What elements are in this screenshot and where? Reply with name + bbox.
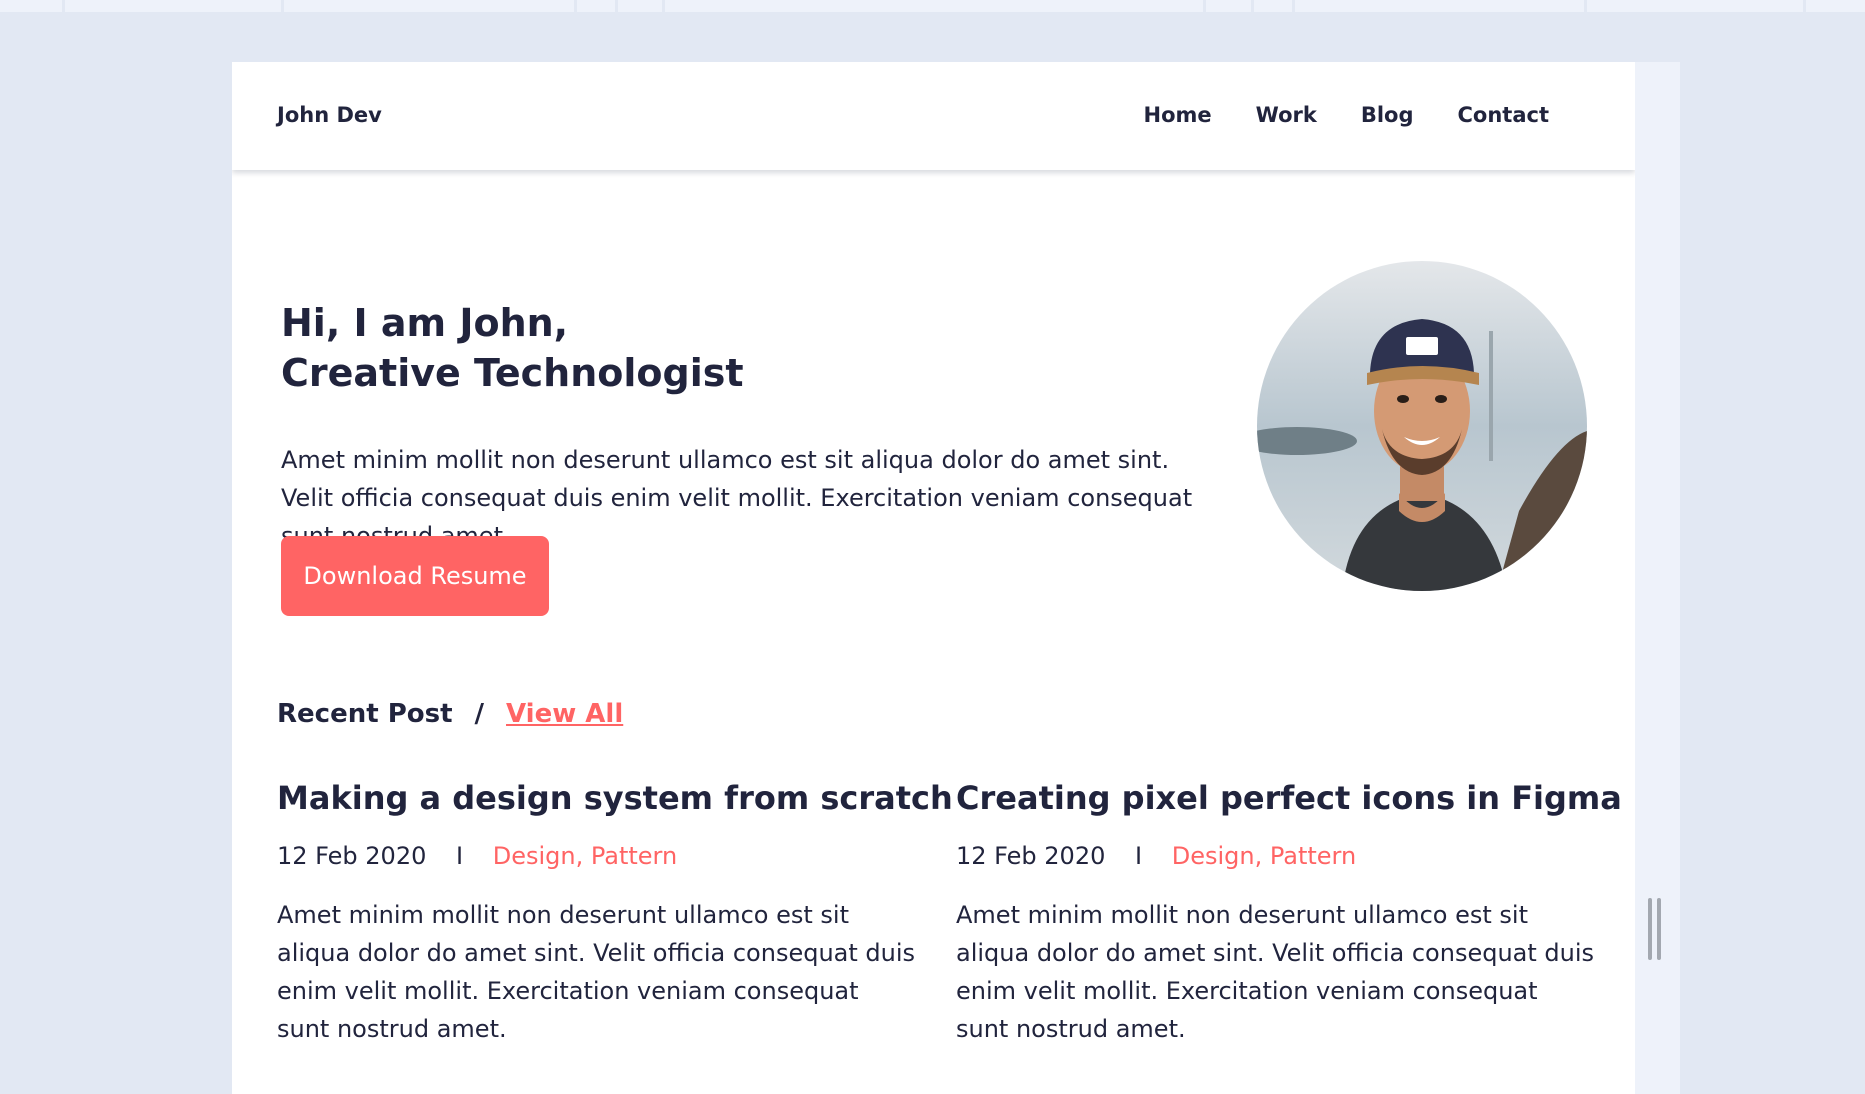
recent-post-separator: / bbox=[474, 699, 485, 729]
post-meta: 12 Feb 2020 I Design, Pattern bbox=[956, 838, 1596, 874]
ruler-tick bbox=[662, 0, 665, 12]
post-excerpt: Amet minim mollit non deserunt ullamco e… bbox=[956, 901, 1595, 1043]
nav-blog[interactable]: Blog bbox=[1361, 103, 1414, 127]
post-date: 12 Feb 2020 bbox=[277, 842, 427, 870]
top-ruler bbox=[0, 0, 1865, 12]
view-all-link[interactable]: View All bbox=[506, 699, 623, 729]
post-card: Creating pixel perfect icons in Figma 12… bbox=[956, 776, 1622, 1048]
post-excerpt: Amet minim mollit non deserunt ullamco e… bbox=[277, 901, 916, 1043]
resize-handle-bar bbox=[1648, 898, 1652, 960]
ruler-tick bbox=[1584, 0, 1587, 12]
resize-handle-bar bbox=[1657, 898, 1661, 960]
brand-logo[interactable]: John Dev bbox=[277, 103, 382, 127]
portfolio-page: John Dev Home Work Blog Contact Hi, I am… bbox=[232, 62, 1635, 1094]
ruler-tick bbox=[62, 0, 65, 12]
post-meta-separator: I bbox=[1135, 842, 1143, 870]
profile-photo-icon bbox=[1257, 261, 1587, 591]
post-meta: 12 Feb 2020 I Design, Pattern bbox=[277, 838, 917, 874]
ruler-tick bbox=[1203, 0, 1206, 12]
post-tags[interactable]: Design, Pattern bbox=[1172, 842, 1356, 870]
ruler-tick bbox=[1251, 0, 1254, 12]
post-card: Making a design system from scratch 12 F… bbox=[277, 776, 953, 1048]
nav-contact[interactable]: Contact bbox=[1458, 103, 1550, 127]
post-title[interactable]: Making a design system from scratch bbox=[277, 776, 953, 820]
post-title[interactable]: Creating pixel perfect icons in Figma bbox=[956, 776, 1622, 820]
post-date: 12 Feb 2020 bbox=[956, 842, 1106, 870]
hero-title-line-2: Creative Technologist bbox=[281, 351, 744, 395]
ruler-tick bbox=[574, 0, 577, 12]
navbar: John Dev Home Work Blog Contact bbox=[232, 62, 1635, 170]
recent-post-label: Recent Post bbox=[277, 699, 453, 729]
avatar bbox=[1257, 261, 1587, 591]
recent-post-header: Recent Post / View All bbox=[277, 699, 623, 729]
ruler-tick bbox=[281, 0, 284, 12]
ruler-tick bbox=[1292, 0, 1295, 12]
ruler-tick bbox=[1803, 0, 1806, 12]
post-tags[interactable]: Design, Pattern bbox=[493, 842, 677, 870]
post-meta-separator: I bbox=[456, 842, 464, 870]
resize-handle[interactable] bbox=[1648, 898, 1664, 960]
download-resume-button[interactable]: Download Resume bbox=[281, 536, 549, 616]
hero-title: Hi, I am John, Creative Technologist bbox=[281, 298, 744, 398]
hero-title-line-1: Hi, I am John, bbox=[281, 301, 569, 345]
nav-work[interactable]: Work bbox=[1256, 103, 1317, 127]
nav-home[interactable]: Home bbox=[1144, 103, 1212, 127]
ruler-tick bbox=[615, 0, 618, 12]
main-nav: Home Work Blog Contact bbox=[1144, 103, 1549, 127]
